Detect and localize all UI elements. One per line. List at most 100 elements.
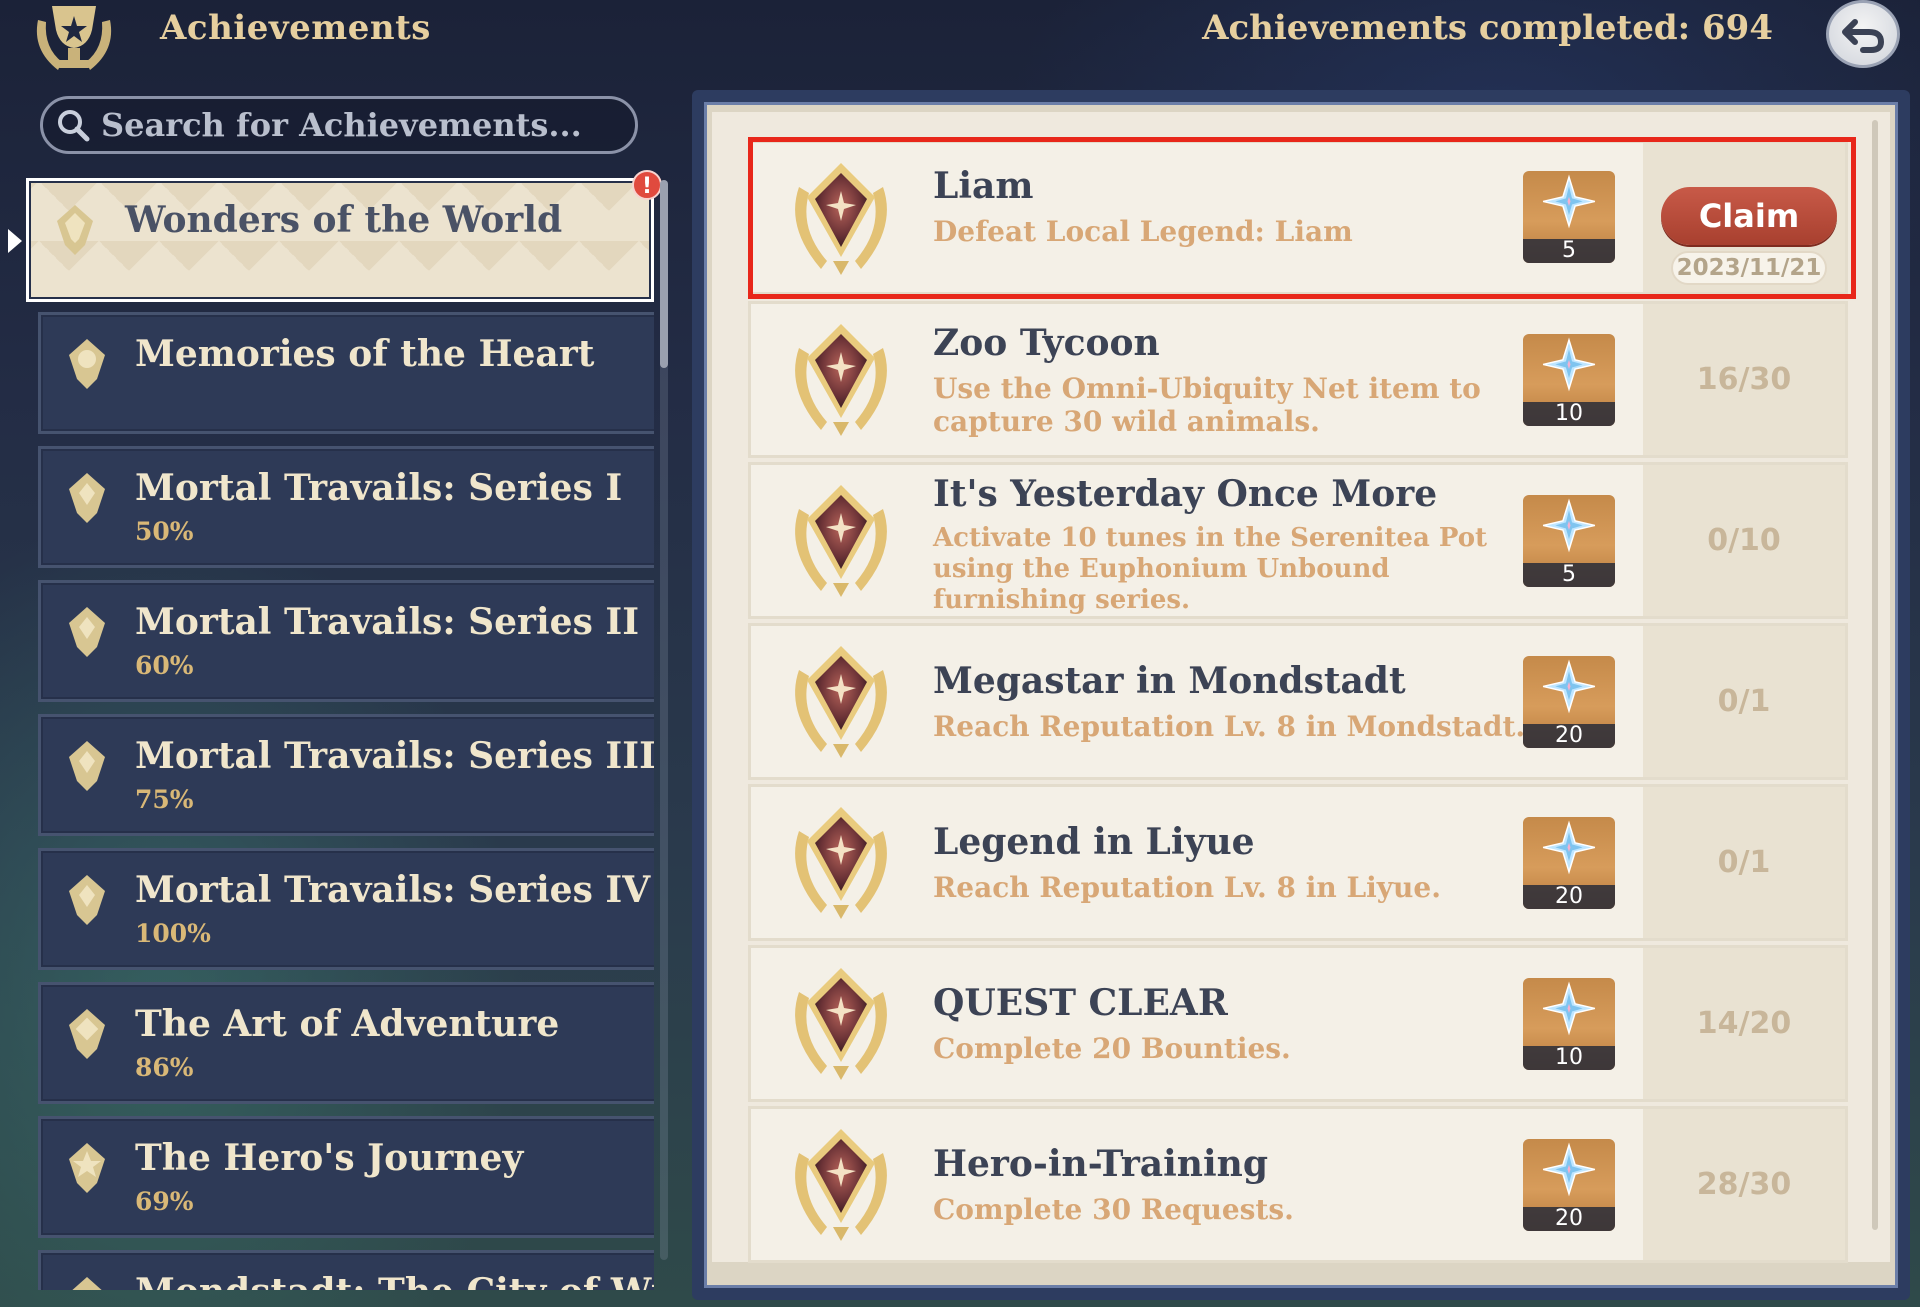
achievement-medal-icon <box>781 318 901 440</box>
back-button[interactable] <box>1826 0 1900 68</box>
reward-amount: 10 <box>1523 1046 1615 1070</box>
achievement-progress: 0/10 <box>1643 465 1845 616</box>
sidebar-scrollbar-thumb[interactable] <box>660 180 668 368</box>
achievement-description: Activate 10 tunes in the Serenitea Pot u… <box>933 523 1488 615</box>
category-progress: 100% <box>135 919 211 948</box>
achievement-progress: 0/1 <box>1643 787 1845 938</box>
category-mortal-travails-series-4[interactable]: Mortal Travails: Series IV 100% <box>38 848 654 970</box>
reward-amount: 20 <box>1523 885 1615 909</box>
achievement-trophy-icon <box>36 6 112 70</box>
achievement-medal-icon <box>781 479 901 601</box>
achievement-medal-icon <box>781 801 901 923</box>
search-icon <box>58 110 90 142</box>
primogem-icon <box>1523 171 1615 241</box>
category-emblem-icon <box>69 875 105 925</box>
achievement-description: Defeat Local Legend: Liam <box>933 215 1353 248</box>
primogem-reward: 20 <box>1523 656 1615 748</box>
category-emblem-icon <box>69 1009 105 1059</box>
achievement-card-hero-in-training[interactable]: Hero-in-Training Complete 30 Requests. 2… <box>748 1106 1848 1263</box>
achievement-progress: 0/1 <box>1643 626 1845 777</box>
category-emblem-icon <box>72 1277 102 1290</box>
category-the-heros-journey[interactable]: The Hero's Journey 69% <box>38 1116 654 1238</box>
achievement-description: Complete 20 Bounties. <box>933 1032 1291 1065</box>
achievement-progress: 28/30 <box>1643 1109 1845 1260</box>
reward-amount: 10 <box>1523 402 1615 426</box>
category-emblem-icon <box>57 205 93 255</box>
category-list[interactable]: Wonders of the World Memories of the Hea… <box>26 178 654 1290</box>
achievement-medal-icon <box>781 1123 901 1245</box>
reward-amount: 20 <box>1523 724 1615 748</box>
category-progress: 50% <box>135 517 194 546</box>
back-arrow-icon <box>1842 19 1885 53</box>
primogem-icon <box>1523 978 1615 1048</box>
primogem-reward: 5 <box>1523 171 1615 263</box>
category-progress: 69% <box>135 1187 194 1216</box>
selected-indicator-arrow <box>8 229 22 253</box>
achievements-completed-count: Achievements completed: 694 <box>1202 8 1773 48</box>
achievement-card-its-yesterday-once-more[interactable]: It's Yesterday Once More Activate 10 tun… <box>748 462 1848 619</box>
claim-button[interactable]: Claim <box>1661 187 1837 245</box>
category-emblem-icon <box>69 473 105 523</box>
achievement-list-scrollbar[interactable] <box>1872 120 1878 1230</box>
category-name: Memories of the Heart <box>135 333 595 375</box>
achievement-description: Reach Reputation Lv. 8 in Mondstadt. <box>933 710 1526 743</box>
category-mortal-travails-series-3[interactable]: Mortal Travails: Series III 75% <box>38 714 654 836</box>
page-title: Achievements <box>160 8 431 48</box>
achievement-card-zoo-tycoon[interactable]: Zoo Tycoon Use the Omni-Ubiquity Net ite… <box>748 301 1848 458</box>
category-wonders-of-the-world[interactable]: Wonders of the World <box>26 178 654 302</box>
achievement-card-legend-in-liyue[interactable]: Legend in Liyue Reach Reputation Lv. 8 i… <box>748 784 1848 941</box>
achievement-medal-icon <box>781 962 901 1084</box>
achievement-progress: 16/30 <box>1643 304 1845 455</box>
primogem-icon <box>1523 656 1615 726</box>
achievement-title: It's Yesterday Once More <box>933 473 1438 515</box>
category-name: The Hero's Journey <box>135 1137 524 1179</box>
achievement-medal-icon <box>781 157 901 279</box>
category-name: The Art of Adventure <box>135 1003 560 1045</box>
category-progress: 86% <box>135 1053 194 1082</box>
category-name: Wonders of the World <box>125 199 563 241</box>
category-emblem-icon <box>69 339 105 389</box>
category-the-art-of-adventure[interactable]: The Art of Adventure 86% <box>38 982 654 1104</box>
achievement-title: Hero-in-Training <box>933 1143 1269 1185</box>
category-progress: 60% <box>135 651 194 680</box>
achievement-title: QUEST CLEAR <box>933 982 1228 1024</box>
primogem-reward: 5 <box>1523 495 1615 587</box>
achievement-card-quest-clear[interactable]: QUEST CLEAR Complete 20 Bounties. 10 14/… <box>748 945 1848 1102</box>
primogem-icon <box>1523 495 1615 565</box>
reward-amount: 5 <box>1523 239 1615 263</box>
category-progress: 75% <box>135 785 194 814</box>
primogem-reward: 20 <box>1523 817 1615 909</box>
achievement-medal-icon <box>781 640 901 762</box>
primogem-icon <box>1523 817 1615 887</box>
achievement-title: Megastar in Mondstadt <box>933 660 1406 702</box>
category-name: Mortal Travails: Series II <box>135 601 640 643</box>
primogem-icon <box>1523 1139 1615 1209</box>
achievement-title: Legend in Liyue <box>933 821 1255 863</box>
achievement-progress: 14/20 <box>1643 948 1845 1099</box>
primogem-reward: 10 <box>1523 978 1615 1070</box>
notification-badge: ! <box>632 170 662 200</box>
reward-amount: 5 <box>1523 563 1615 587</box>
category-name: Mortal Travails: Series III <box>135 735 654 777</box>
category-emblem-icon <box>69 607 105 657</box>
achievement-title: Zoo Tycoon <box>933 322 1160 364</box>
primogem-reward: 10 <box>1523 334 1615 426</box>
achievement-description: Use the Omni-Ubiquity Net item to captur… <box>933 372 1481 438</box>
search-input[interactable] <box>99 105 623 145</box>
category-mortal-travails-series-2[interactable]: Mortal Travails: Series II 60% <box>38 580 654 702</box>
achievement-description: Complete 30 Requests. <box>933 1193 1294 1226</box>
category-mondstadt-the-city-of-wind[interactable]: Mondstadt: The City of Wind <box>38 1250 654 1290</box>
category-emblem-icon <box>69 1143 105 1193</box>
category-name: Mondstadt: The City of Wind <box>135 1271 654 1290</box>
achievement-description: Reach Reputation Lv. 8 in Liyue. <box>933 871 1441 904</box>
achievement-card-liam[interactable]: Liam Defeat Local Legend: Liam 5 Claim 2… <box>748 140 1848 295</box>
category-mortal-travails-series-1[interactable]: Mortal Travails: Series I 50% <box>38 446 654 568</box>
completion-date: 2023/11/21 <box>1671 251 1827 285</box>
achievement-title: Liam <box>933 165 1034 207</box>
category-name: Mortal Travails: Series IV <box>135 869 651 911</box>
category-memories-of-the-heart[interactable]: Memories of the Heart <box>38 312 654 434</box>
search-box[interactable] <box>40 96 638 154</box>
achievement-card-megastar-in-mondstadt[interactable]: Megastar in Mondstadt Reach Reputation L… <box>748 623 1848 780</box>
primogem-reward: 20 <box>1523 1139 1615 1231</box>
primogem-icon <box>1523 334 1615 404</box>
